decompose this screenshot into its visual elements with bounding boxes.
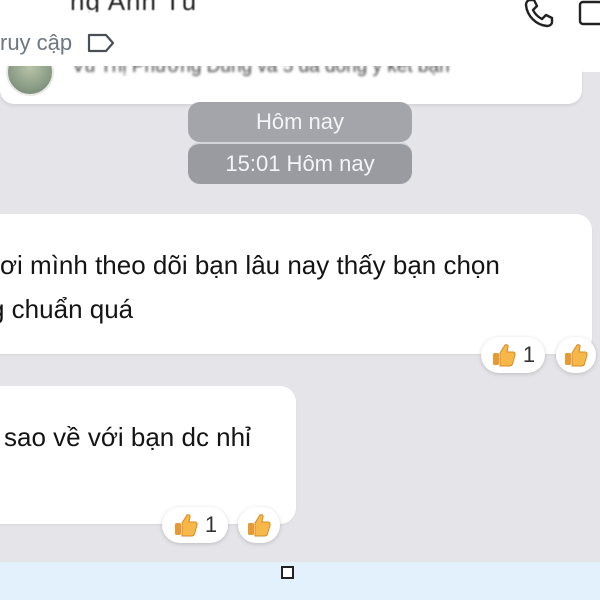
pinned-notice-card[interactable]: Vũ Thị Phương Dung và 5 đã đồng ý kết bạ…	[0, 66, 582, 104]
pinned-notice-text: Vũ Thị Phương Dung và 5 đã đồng ý kết bạ…	[72, 66, 450, 77]
reaction-count: 1	[522, 342, 536, 367]
message-text-line: sao về với bạn dc nhỉ	[4, 422, 251, 452]
chat-title: ng Anh Tú	[70, 0, 340, 12]
message-bubble[interactable]: ơi mình theo dõi bạn lâu nay thấy bạn ch…	[0, 214, 592, 354]
reaction-summary[interactable]: 1	[162, 507, 228, 543]
message-bubble[interactable]: sao về với bạn dc nhỉ	[0, 386, 296, 524]
video-call-icon[interactable]	[578, 0, 600, 30]
like-button[interactable]	[238, 507, 280, 543]
avatar	[6, 66, 54, 96]
thumbs-up-icon	[565, 344, 588, 367]
message-text-line: g chuẩn quá	[0, 294, 134, 324]
thumbs-up-icon	[492, 344, 516, 367]
thumbs-up-icon	[248, 514, 271, 537]
phone-call-icon[interactable]	[522, 0, 556, 30]
reaction-count: 1	[204, 512, 218, 537]
bottom-bar	[0, 562, 600, 600]
reaction-summary[interactable]: 1	[481, 337, 545, 373]
selection-handle[interactable]	[281, 566, 294, 579]
last-access-status: ruy cập	[0, 30, 73, 55]
like-button[interactable]	[556, 337, 596, 373]
chat-subtitle-row: ruy cập	[0, 28, 116, 58]
chat-header: ng Anh Tú ruy cập	[0, 0, 600, 72]
message-text-line: ơi mình theo dõi bạn lâu nay thấy bạn ch…	[0, 250, 500, 280]
time-label: 15:01 Hôm nay	[188, 142, 412, 184]
tag-icon[interactable]	[86, 32, 116, 54]
thumbs-up-icon	[174, 514, 198, 537]
date-label: Hôm nay	[188, 102, 412, 142]
